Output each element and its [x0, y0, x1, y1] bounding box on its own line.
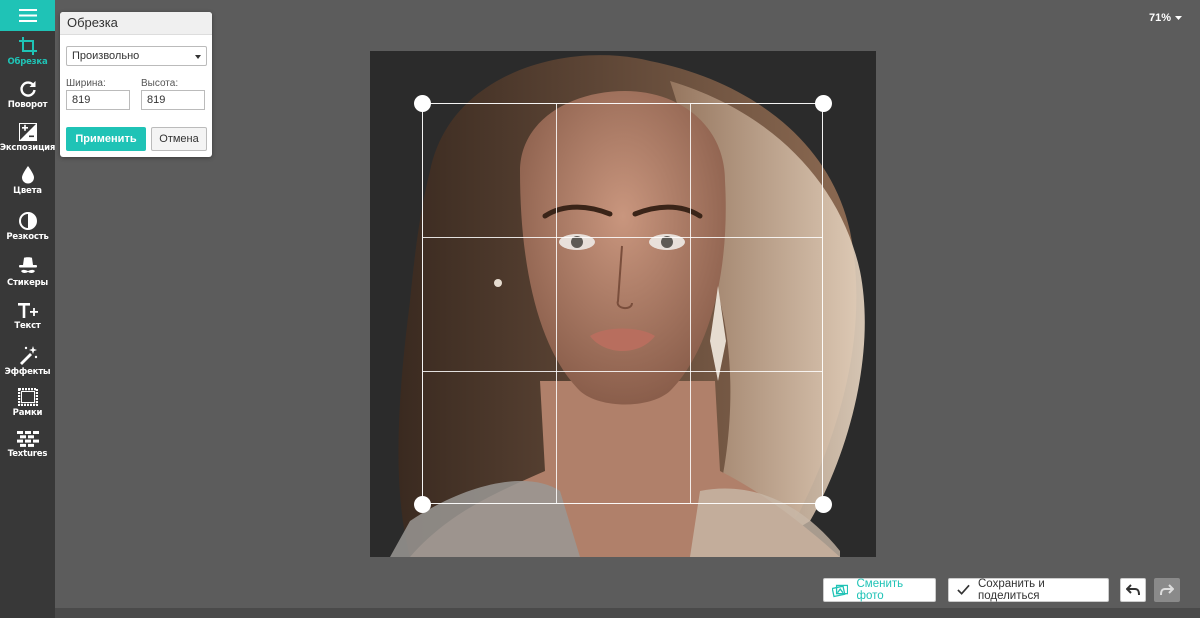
- tool-label: Рамки: [12, 408, 43, 418]
- change-photo-button[interactable]: Сменить фото: [823, 578, 936, 602]
- tool-frames[interactable]: Рамки: [0, 388, 55, 430]
- bottom-strip: [55, 608, 1200, 618]
- tool-exposure[interactable]: Экспозиция: [0, 123, 55, 165]
- zoom-value: 71%: [1148, 12, 1171, 24]
- menu-button[interactable]: [0, 0, 55, 31]
- tool-label: Эффекты: [4, 367, 51, 377]
- tool-effects[interactable]: Эффекты: [0, 345, 55, 387]
- tool-label: Textures: [7, 449, 48, 459]
- cancel-button[interactable]: Отмена: [151, 127, 207, 151]
- crop-handle-top-right[interactable]: [815, 95, 832, 112]
- tool-label: Экспозиция: [0, 143, 56, 153]
- hat-mustache-icon: [18, 257, 37, 273]
- tool-label: Резкость: [6, 232, 49, 242]
- save-share-label: Сохранить и поделиться: [978, 578, 1045, 602]
- rotate-icon: [19, 81, 36, 97]
- photos-icon: [832, 584, 849, 598]
- exposure-icon: [18, 123, 37, 141]
- crop-panel-title: Обрезка: [60, 12, 212, 35]
- tool-label: Текст: [14, 321, 41, 331]
- half-circle-icon: [18, 212, 37, 230]
- crop-grid-line: [690, 104, 691, 503]
- redo-button[interactable]: [1154, 578, 1180, 602]
- hamburger-icon: [18, 9, 37, 22]
- aspect-ratio-select[interactable]: Произвольно: [66, 46, 207, 66]
- width-input[interactable]: 819: [66, 90, 130, 110]
- chevron-down-icon: [195, 55, 201, 59]
- crop-handle-bottom-left[interactable]: [414, 496, 431, 513]
- tool-sharpness[interactable]: Резкость: [0, 212, 55, 254]
- crop-icon: [18, 37, 37, 55]
- tool-label: Поворот: [7, 100, 48, 110]
- tool-text[interactable]: Текст: [0, 302, 55, 344]
- crop-grid-line: [423, 371, 822, 372]
- tool-textures[interactable]: Textures: [0, 431, 55, 473]
- tool-label: Обрезка: [7, 57, 48, 67]
- crop-handle-top-left[interactable]: [414, 95, 431, 112]
- crop-panel: Обрезка Произвольно Ширина: 819 Высота: …: [60, 12, 212, 157]
- undo-icon: [1126, 584, 1140, 596]
- tool-colors[interactable]: Цвета: [0, 166, 55, 208]
- apply-button[interactable]: Применить: [66, 127, 146, 151]
- crop-frame[interactable]: [422, 103, 823, 504]
- crop-handle-bottom-right[interactable]: [815, 496, 832, 513]
- frame-icon: [17, 388, 38, 406]
- drop-icon: [21, 166, 34, 184]
- height-input[interactable]: 819: [141, 90, 205, 110]
- height-label: Высота:: [141, 78, 179, 89]
- tool-rotate[interactable]: Поворот: [0, 80, 55, 122]
- undo-button[interactable]: [1120, 578, 1146, 602]
- tool-label: Цвета: [13, 186, 42, 196]
- tool-crop[interactable]: Обрезка: [0, 37, 55, 79]
- redo-icon: [1160, 584, 1174, 596]
- save-share-button[interactable]: Сохранить и поделиться: [948, 578, 1109, 602]
- text-plus-icon: [17, 303, 38, 318]
- chevron-down-icon: [1175, 15, 1182, 20]
- tool-sidebar: Обрезка Поворот Экспозиция Цвета Резкост…: [0, 0, 55, 618]
- checkmark-icon: [957, 584, 970, 595]
- magic-wand-icon: [19, 346, 37, 365]
- tool-label: Стикеры: [6, 278, 49, 288]
- crop-grid-line: [423, 237, 822, 238]
- texture-icon: [16, 431, 39, 447]
- tool-stickers[interactable]: Стикеры: [0, 256, 55, 298]
- zoom-dropdown[interactable]: 71%: [1149, 12, 1182, 24]
- change-photo-label: Сменить фото: [856, 578, 904, 602]
- crop-grid-line: [556, 104, 557, 503]
- aspect-ratio-value: Произвольно: [72, 50, 140, 62]
- width-label: Ширина:: [66, 78, 106, 89]
